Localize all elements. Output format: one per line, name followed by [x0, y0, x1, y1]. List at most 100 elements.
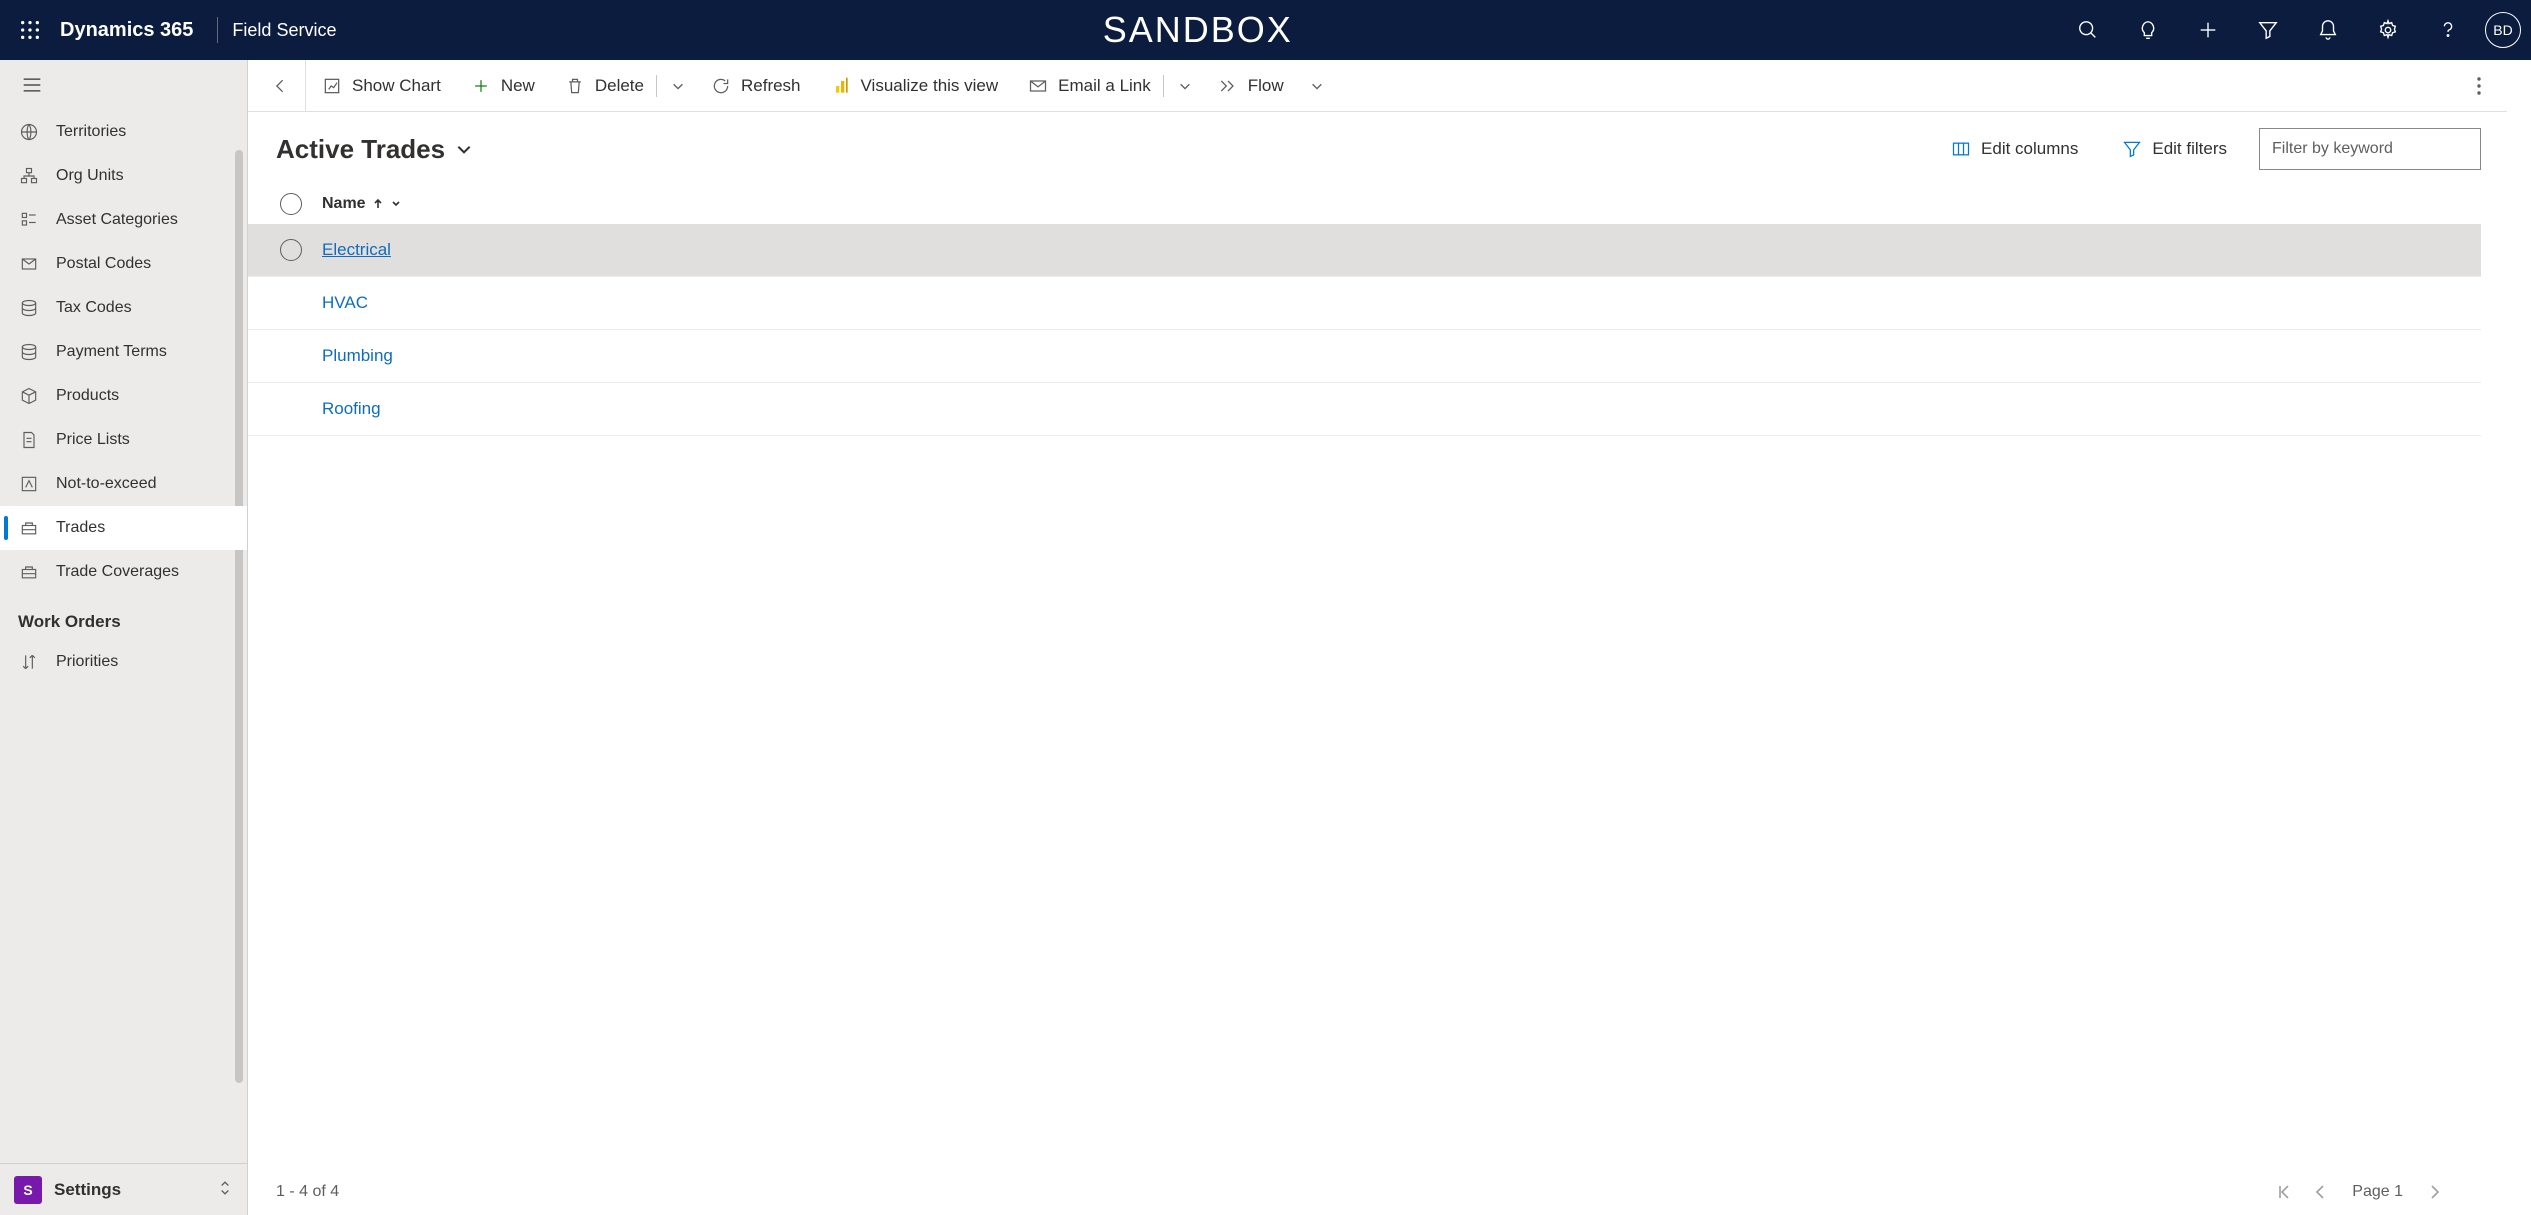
edit-columns-button[interactable]: Edit columns — [1939, 131, 2090, 167]
area-switcher-label: Settings — [54, 1180, 205, 1200]
refresh-icon — [711, 76, 731, 96]
row-name-link[interactable]: HVAC — [316, 293, 368, 313]
view-selector[interactable]: Active Trades — [276, 134, 473, 165]
email-link-dropdown[interactable] — [1168, 60, 1202, 111]
table-row[interactable]: Roofing — [248, 383, 2481, 436]
sidebar-item-price-lists[interactable]: Price Lists — [0, 418, 247, 462]
up-down-icon — [217, 1178, 233, 1201]
trash-icon — [565, 76, 585, 96]
sidebar-item-label: Trade Coverages — [56, 563, 179, 581]
search-icon — [2077, 19, 2099, 41]
next-page-button[interactable] — [2417, 1174, 2453, 1210]
sidebar-item-tax-codes[interactable]: Tax Codes — [0, 286, 247, 330]
flow-dropdown[interactable] — [1300, 60, 1334, 111]
table-row[interactable]: Electrical — [248, 224, 2481, 277]
view-header: Active Trades Edit columns Edit filters — [248, 112, 2507, 184]
user-avatar[interactable]: BD — [2485, 12, 2521, 48]
global-nav-bar: Dynamics 365 Field Service SANDBOX BD — [0, 0, 2531, 60]
table-row[interactable]: Plumbing — [248, 330, 2481, 383]
show-chart-button[interactable]: Show Chart — [308, 60, 455, 111]
list-icon — [18, 210, 40, 230]
add-button[interactable] — [2179, 0, 2237, 60]
bell-icon — [2317, 19, 2339, 41]
back-button[interactable] — [256, 60, 306, 111]
select-all-checkbox[interactable] — [280, 193, 302, 215]
settings-button[interactable] — [2359, 0, 2417, 60]
row-name-link[interactable]: Plumbing — [316, 346, 393, 366]
toolbox-icon — [18, 562, 40, 582]
command-bar: Show Chart New Delete Refresh Visualize … — [248, 60, 2507, 112]
chevron-down-icon — [1178, 79, 1192, 93]
new-button[interactable]: New — [457, 60, 549, 111]
columns-icon — [1951, 139, 1971, 159]
brand-label[interactable]: Dynamics 365 — [60, 19, 213, 42]
sidebar-item-not-to-exceed[interactable]: Not-to-exceed — [0, 462, 247, 506]
column-header-name[interactable]: Name — [316, 195, 402, 213]
chevron-down-icon — [671, 79, 685, 93]
sidebar-item-priorities[interactable]: Priorities — [0, 640, 247, 684]
sidebar-item-payment-terms[interactable]: Payment Terms — [0, 330, 247, 374]
limit-icon — [18, 474, 40, 494]
document-icon — [18, 430, 40, 450]
edit-filters-button[interactable]: Edit filters — [2110, 131, 2239, 167]
help-button[interactable] — [2419, 0, 2477, 60]
data-grid: Name Electrical HVAC Plumbing — [248, 184, 2481, 1169]
plus-icon — [471, 76, 491, 96]
plus-icon — [2197, 19, 2219, 41]
global-actions: BD — [2059, 0, 2521, 60]
search-button[interactable] — [2059, 0, 2117, 60]
email-link-button[interactable]: Email a Link — [1014, 60, 1165, 111]
row-select-checkbox[interactable] — [280, 239, 302, 261]
area-switcher-chip: S — [14, 1176, 42, 1204]
funnel-icon — [2122, 139, 2142, 159]
sidebar-item-trades[interactable]: Trades — [0, 506, 247, 550]
sidebar-item-label: Products — [56, 387, 119, 405]
notifications-button[interactable] — [2299, 0, 2357, 60]
sidebar-toggle[interactable] — [0, 60, 247, 110]
chart-icon — [322, 76, 342, 96]
delete-button[interactable]: Delete — [551, 60, 658, 111]
refresh-button[interactable]: Refresh — [697, 60, 815, 111]
app-name-label[interactable]: Field Service — [232, 20, 336, 41]
row-name-link[interactable]: Roofing — [316, 399, 381, 419]
globe-icon — [18, 122, 40, 142]
app-launcher-button[interactable] — [0, 0, 60, 60]
sidebar-item-org-units[interactable]: Org Units — [0, 154, 247, 198]
flow-button[interactable]: Flow — [1204, 60, 1298, 111]
brand-divider — [217, 17, 218, 43]
org-icon — [18, 166, 40, 186]
visualize-button[interactable]: Visualize this view — [817, 60, 1013, 111]
sidebar-item-territories[interactable]: Territories — [0, 110, 247, 154]
filter-keyword-input[interactable] — [2259, 128, 2481, 170]
sidebar-item-label: Postal Codes — [56, 255, 151, 273]
cube-icon — [18, 386, 40, 406]
row-name-link[interactable]: Electrical — [316, 240, 391, 260]
lightbulb-button[interactable] — [2119, 0, 2177, 60]
first-page-button[interactable] — [2266, 1174, 2302, 1210]
chevron-down-icon — [390, 198, 402, 210]
environment-badge: SANDBOX — [336, 9, 2059, 51]
delete-dropdown[interactable] — [661, 60, 695, 111]
chevron-down-icon — [1310, 79, 1324, 93]
sidebar-item-products[interactable]: Products — [0, 374, 247, 418]
table-row[interactable]: HVAC — [248, 277, 2481, 330]
filter-button[interactable] — [2239, 0, 2297, 60]
right-gutter — [2507, 60, 2531, 1215]
powerbi-icon — [831, 76, 851, 96]
prev-page-button[interactable] — [2302, 1174, 2338, 1210]
lightbulb-icon — [2137, 19, 2159, 41]
sidebar-item-asset-categories[interactable]: Asset Categories — [0, 198, 247, 242]
more-commands-button[interactable] — [2459, 60, 2499, 111]
sidebar-item-label: Tax Codes — [56, 299, 132, 317]
toolbox-icon — [18, 518, 40, 538]
sidebar-item-postal-codes[interactable]: Postal Codes — [0, 242, 247, 286]
funnel-icon — [2257, 19, 2279, 41]
grid-footer: 1 - 4 of 4 Page 1 — [248, 1169, 2481, 1215]
sort-asc-icon — [372, 198, 384, 210]
area-switcher[interactable]: S Settings — [0, 1163, 247, 1215]
grid-header-row: Name — [248, 184, 2481, 224]
sidebar-item-trade-coverages[interactable]: Trade Coverages — [0, 550, 247, 594]
sidebar-item-label: Org Units — [56, 167, 124, 185]
sort-icon — [18, 652, 40, 672]
sidebar-item-label: Not-to-exceed — [56, 475, 157, 493]
